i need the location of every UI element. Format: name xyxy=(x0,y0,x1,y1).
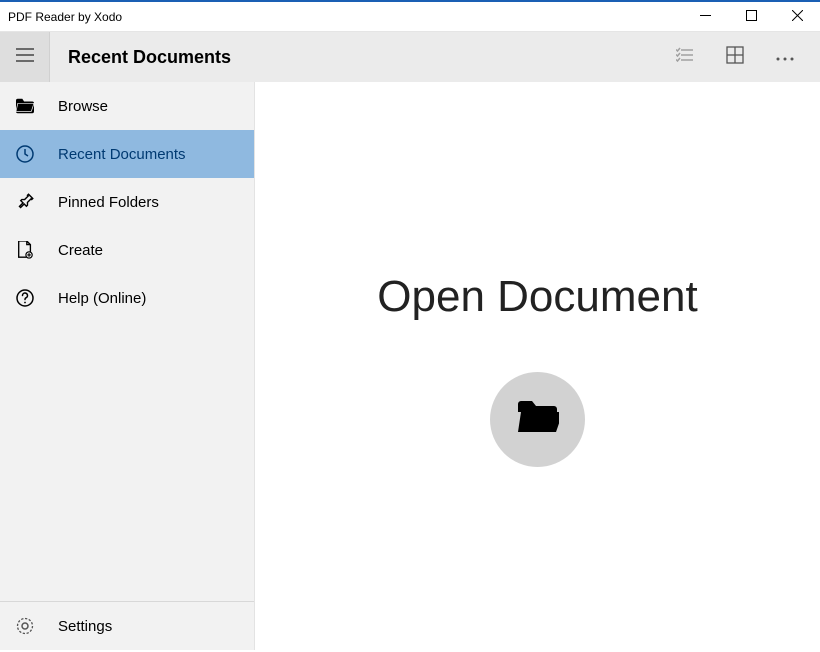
main-area: Open Document xyxy=(255,82,820,650)
sidebar-item-label: Browse xyxy=(58,98,108,115)
sidebar-item-label: Help (Online) xyxy=(58,290,146,307)
grid-view-icon xyxy=(726,46,744,69)
folder-icon xyxy=(14,97,36,115)
sidebar-item-settings[interactable]: Settings xyxy=(0,602,254,650)
titlebar: PDF Reader by Xodo xyxy=(0,2,820,32)
maximize-icon xyxy=(746,8,757,26)
sidebar-item-label: Create xyxy=(58,242,103,259)
sidebar: Browse Recent Documents Pinned Folders C… xyxy=(0,82,255,650)
sidebar-item-create[interactable]: Create xyxy=(0,226,254,274)
close-button[interactable] xyxy=(774,2,820,32)
page-title: Recent Documents xyxy=(68,47,660,68)
gear-icon xyxy=(14,617,36,635)
sidebar-item-pinned[interactable]: Pinned Folders xyxy=(0,178,254,226)
sidebar-item-label: Recent Documents xyxy=(58,146,186,163)
sidebar-item-label: Settings xyxy=(58,618,112,635)
clock-icon xyxy=(14,145,36,163)
minimize-button[interactable] xyxy=(682,2,728,32)
pin-icon xyxy=(14,193,36,211)
maximize-button[interactable] xyxy=(728,2,774,32)
sidebar-items: Browse Recent Documents Pinned Folders C… xyxy=(0,82,254,601)
open-document-button[interactable] xyxy=(490,372,585,467)
list-view-icon xyxy=(676,46,694,69)
view-list-button[interactable] xyxy=(660,32,710,82)
sidebar-item-label: Pinned Folders xyxy=(58,194,159,211)
view-grid-button[interactable] xyxy=(710,32,760,82)
hamburger-icon xyxy=(16,48,34,67)
menu-toggle-button[interactable] xyxy=(0,32,50,82)
minimize-icon xyxy=(700,8,711,26)
more-button[interactable] xyxy=(760,32,810,82)
folder-open-icon xyxy=(517,400,559,439)
help-icon xyxy=(14,289,36,307)
sidebar-item-browse[interactable]: Browse xyxy=(0,82,254,130)
sidebar-item-recent[interactable]: Recent Documents xyxy=(0,130,254,178)
more-icon xyxy=(776,48,794,66)
toolbar-actions xyxy=(660,32,820,82)
sidebar-footer: Settings xyxy=(0,601,254,650)
window-controls xyxy=(682,2,820,32)
sidebar-item-help[interactable]: Help (Online) xyxy=(0,274,254,322)
create-file-icon xyxy=(14,241,36,259)
content: Browse Recent Documents Pinned Folders C… xyxy=(0,82,820,650)
toolbar: Recent Documents xyxy=(0,32,820,82)
close-icon xyxy=(792,8,803,26)
open-document-heading: Open Document xyxy=(377,272,697,322)
window-title: PDF Reader by Xodo xyxy=(8,10,682,24)
